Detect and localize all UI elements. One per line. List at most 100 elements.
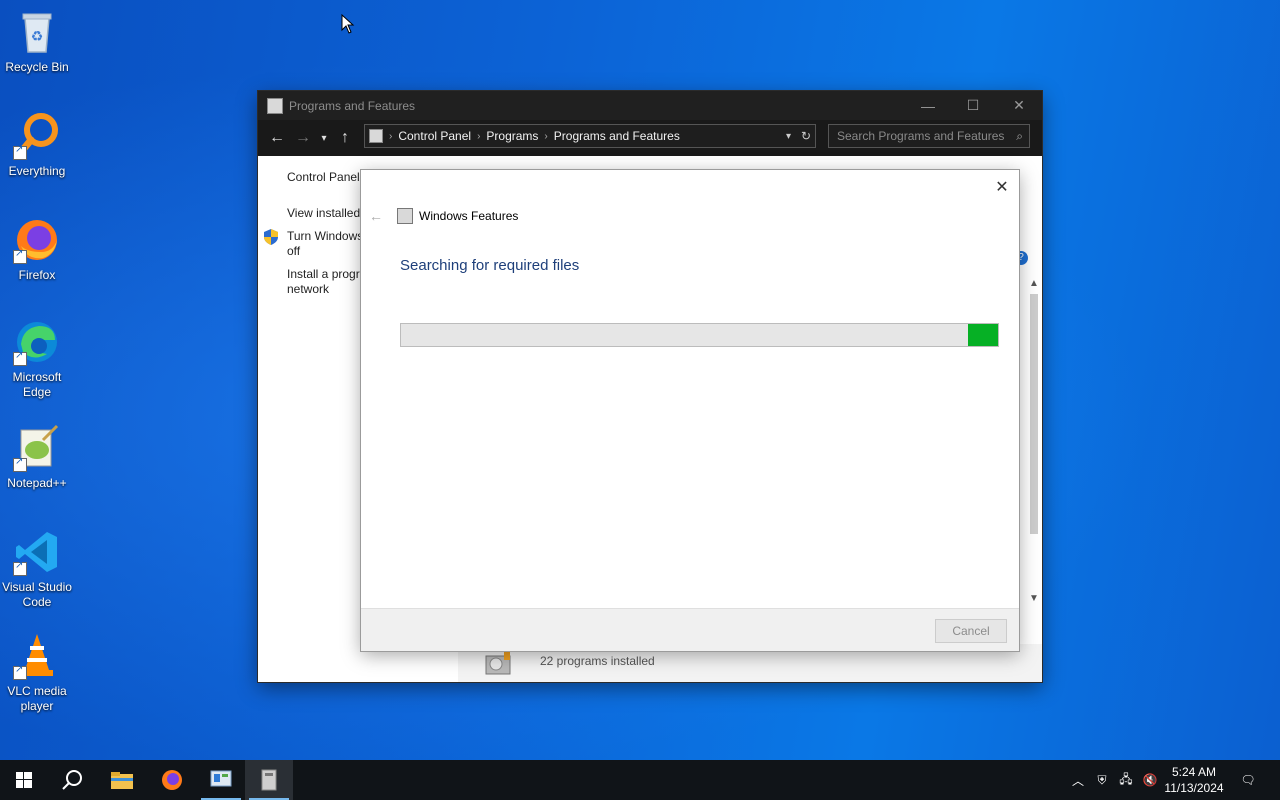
status-heading: Searching for required files (400, 257, 580, 274)
scroll-up-icon: ▲ (1029, 278, 1039, 289)
shortcut-arrow-icon (13, 560, 27, 576)
clock-date: 11/13/2024 (1164, 781, 1224, 795)
desktop-icon-label: Notepad++ (7, 476, 67, 490)
windows-features-icon (261, 769, 277, 791)
recent-locations-button[interactable]: ▾ (316, 124, 332, 152)
desktop-icon-label: Everything (8, 164, 66, 178)
shortcut-arrow-icon (13, 350, 27, 366)
show-hidden-icons-button[interactable]: ︿ (1068, 760, 1088, 800)
volume-muted-icon: 🔇 (1142, 773, 1158, 787)
address-bar[interactable]: › Control Panel › Programs › Programs an… (364, 124, 816, 148)
close-icon: ✕ (995, 179, 1009, 196)
control-panel-icon (210, 770, 232, 787)
tray-security-icon[interactable]: ⛨ (1092, 760, 1112, 800)
tray-volume-icon[interactable]: 🔇 (1140, 760, 1160, 800)
windows-logo-icon (16, 772, 32, 788)
desktop-icon-recycle-bin[interactable]: ♻ Recycle Bin (2, 8, 72, 75)
scrollbar-thumb[interactable] (1030, 294, 1038, 534)
up-button[interactable]: ↑ (332, 124, 358, 152)
taskbar-search-button[interactable] (48, 760, 96, 800)
desktop-icon-vscode[interactable]: Visual Studio Code (2, 528, 72, 610)
uac-shield-icon (264, 229, 278, 245)
view-installed-updates-link[interactable]: View installed (287, 206, 360, 221)
taskbar-windows-features[interactable] (245, 760, 293, 800)
arrow-right-icon: → (295, 129, 311, 146)
taskbar-clock[interactable]: 5:24 AM 11/13/2024 (1158, 764, 1230, 796)
breadcrumb-programs-and-features[interactable]: Programs and Features (554, 129, 680, 143)
maximize-button[interactable]: ☐ (950, 91, 996, 120)
minimize-button[interactable]: — (905, 91, 951, 120)
install-from-network-link[interactable]: Install a progra network (287, 267, 366, 297)
forward-button[interactable]: → (290, 124, 316, 152)
breadcrumb-separator-icon: › (477, 130, 481, 142)
folder-icon (111, 772, 133, 789)
arrow-up-icon: ↑ (341, 129, 349, 146)
security-warning-icon: ⛨ (1097, 772, 1107, 787)
network-icon: 🖧 (1119, 771, 1133, 786)
arrow-left-icon: ← (269, 129, 285, 146)
progress-bar (400, 323, 999, 347)
desktop-icon-edge[interactable]: Microsoft Edge (2, 318, 72, 400)
search-input[interactable]: Search Programs and Features (837, 129, 1004, 143)
firefox-icon (13, 216, 61, 264)
dialog-title: Windows Features (419, 209, 519, 223)
minimize-icon: — (921, 97, 935, 114)
breadcrumb-control-panel[interactable]: Control Panel (398, 129, 471, 143)
chevron-down-icon: ▾ (321, 132, 327, 144)
back-button[interactable]: ← (264, 124, 290, 152)
dialog-close-button[interactable]: ✕ (991, 176, 1013, 198)
recycle-bin-icon: ♻ (13, 8, 61, 56)
notification-icon: 🗨 (1240, 773, 1256, 787)
tray-network-icon[interactable]: 🖧 (1116, 760, 1136, 800)
back-arrow-icon: ← (369, 208, 383, 224)
start-button[interactable] (0, 760, 48, 800)
shortcut-arrow-icon (13, 144, 27, 160)
windows-features-dialog: ✕ ← Windows Features Searching for requi… (361, 170, 1019, 651)
close-window-button[interactable]: ✕ (996, 91, 1042, 120)
chevron-up-icon: ︿ (1071, 773, 1084, 788)
installer-box-icon (484, 650, 514, 676)
cancel-button[interactable]: Cancel (935, 619, 1007, 643)
desktop-icon-label: Visual Studio Code (2, 580, 72, 609)
desktop-icon-label: Firefox (18, 268, 56, 282)
list-scrollbar[interactable]: ▲ ▼ (1027, 278, 1041, 604)
desktop-icon-firefox[interactable]: Firefox (2, 216, 72, 283)
firefox-icon (162, 770, 182, 790)
desktop-icon-notepadpp[interactable]: Notepad++ (2, 424, 72, 491)
mouse-cursor-icon (341, 13, 355, 37)
action-center-button[interactable]: 🗨 (1234, 760, 1262, 800)
vscode-icon (13, 528, 61, 576)
desktop-icon-vlc[interactable]: VLC media player (2, 632, 72, 714)
taskbar-firefox[interactable] (148, 760, 196, 800)
taskbar: ︿ ⛨ 🖧 🔇 5:24 AM 11/13/2024 🗨 (0, 760, 1280, 800)
refresh-icon[interactable]: ↻ (801, 129, 811, 143)
control-panel-icon (369, 129, 383, 143)
everything-search-icon (13, 112, 61, 160)
breadcrumb-separator-icon: › (544, 130, 548, 142)
scroll-down-icon: ▼ (1029, 593, 1039, 604)
maximize-icon: ☐ (966, 97, 980, 113)
control-panel-home-link[interactable]: Control Panel (287, 170, 360, 185)
desktop-icon-everything[interactable]: Everything (2, 112, 72, 179)
clock-time: 5:24 AM (1171, 765, 1217, 779)
dialog-header: ← Windows Features (369, 208, 518, 224)
control-panel-icon (267, 97, 283, 114)
vlc-cone-icon (13, 632, 61, 680)
breadcrumb-separator-icon: › (389, 130, 393, 142)
window-titlebar[interactable]: Programs and Features — ☐ ✕ (258, 91, 1042, 120)
progress-fill (968, 324, 998, 346)
breadcrumb-programs[interactable]: Programs (486, 129, 538, 143)
taskbar-control-panel[interactable] (197, 760, 245, 800)
desktop-icon-label: Recycle Bin (5, 60, 69, 74)
notepad-plus-plus-icon (13, 424, 61, 472)
svg-text:♻: ♻ (31, 28, 44, 44)
programs-installed-count: 22 programs installed (540, 654, 655, 668)
window-title: Programs and Features (289, 98, 416, 113)
shortcut-arrow-icon (13, 248, 27, 264)
taskbar-file-explorer[interactable] (98, 760, 146, 800)
shortcut-arrow-icon (13, 456, 27, 472)
turn-windows-features-link[interactable]: Turn Windows off (287, 229, 363, 259)
search-box[interactable]: Search Programs and Features ⌕ (828, 124, 1030, 148)
search-icon: ⌕ (1016, 128, 1023, 143)
address-dropdown-icon[interactable]: ▾ (786, 131, 791, 142)
